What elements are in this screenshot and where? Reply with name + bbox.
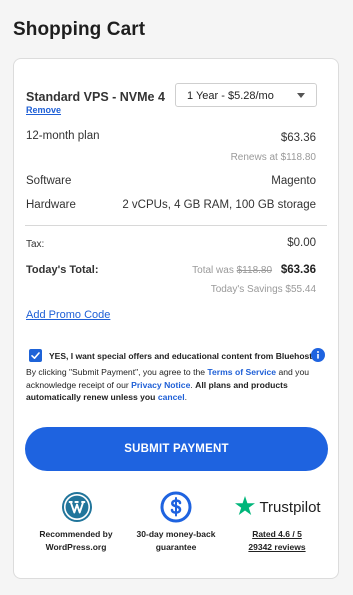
guarantee-badge-caption: 30-day money-back guarantee — [126, 528, 226, 553]
savings-text: Today's Savings $55.44 — [210, 284, 316, 295]
renews-text: Renews at $118.80 — [230, 152, 316, 163]
guarantee-caption-line1: 30-day money-back — [136, 529, 216, 539]
product-name: Standard VPS - NVMe 4 — [26, 90, 165, 104]
term-dropdown[interactable]: 1 Year - $5.28/mo — [175, 83, 317, 107]
cancel-link[interactable]: cancel — [158, 392, 185, 402]
trustpilot-logo: Trustpilot — [235, 496, 321, 518]
divider — [25, 225, 327, 226]
total-was-prefix: Total was — [192, 265, 234, 276]
hardware-value: 2 vCPUs, 4 GB RAM, 100 GB storage — [122, 199, 316, 211]
trustpilot-reviews-line: 29342 reviews — [248, 541, 306, 552]
tax-label: Tax: — [26, 239, 45, 250]
software-value: Magento — [271, 175, 316, 187]
wordpress-badge-caption: Recommended by WordPress.org — [26, 528, 126, 553]
terms-of-service-link[interactable]: Terms of Service — [207, 367, 276, 377]
total-value: $63.36 — [280, 264, 316, 276]
terms-part3: . — [190, 379, 193, 390]
star-icon — [235, 496, 255, 515]
terms-text: By clicking "Submit Payment", you agree … — [26, 366, 331, 404]
trustpilot-name: Trustpilot — [259, 499, 321, 516]
tax-value: $0.00 — [287, 237, 316, 249]
term-selected-value: 1 Year - $5.28/mo — [187, 90, 274, 102]
terms-part4: . — [184, 392, 187, 403]
submit-payment-button[interactable]: SUBMIT PAYMENT — [25, 427, 328, 471]
optin-checkbox[interactable] — [29, 349, 42, 362]
chevron-down-icon — [297, 93, 305, 98]
remove-link[interactable]: Remove — [26, 105, 61, 115]
guarantee-caption-line2: guarantee — [155, 541, 197, 552]
total-values: Total was $118.80 $63.36 — [192, 264, 316, 276]
privacy-notice-link[interactable]: Privacy Notice — [131, 380, 190, 390]
total-label: Today's Total: — [26, 264, 99, 276]
trustpilot-rating-line: Rated 4.6 / 5 — [252, 529, 302, 539]
wordpress-caption-line2: WordPress.org — [45, 541, 107, 552]
page-title: Shopping Cart — [13, 19, 146, 40]
trustpilot-rating[interactable]: Rated 4.6 / 5 29342 reviews — [227, 528, 327, 553]
plan-price: $63.36 — [280, 132, 316, 144]
optin-label: YES, I want special offers and education… — [49, 351, 315, 361]
software-label: Software — [26, 175, 72, 187]
cart-card: Standard VPS - NVMe 4 Remove 1 Year - $5… — [13, 58, 339, 579]
wordpress-icon — [61, 491, 93, 523]
hardware-label: Hardware — [26, 199, 76, 211]
info-icon[interactable] — [311, 348, 325, 362]
add-promo-code-link[interactable]: Add Promo Code — [26, 309, 110, 321]
money-back-icon — [160, 491, 192, 523]
wordpress-caption-line1: Recommended by — [39, 529, 113, 539]
total-was-value: $118.80 — [236, 265, 273, 276]
terms-part1: By clicking "Submit Payment", you agree … — [26, 367, 206, 377]
checkmark-icon — [31, 352, 40, 359]
plan-label: 12-month plan — [26, 130, 100, 142]
